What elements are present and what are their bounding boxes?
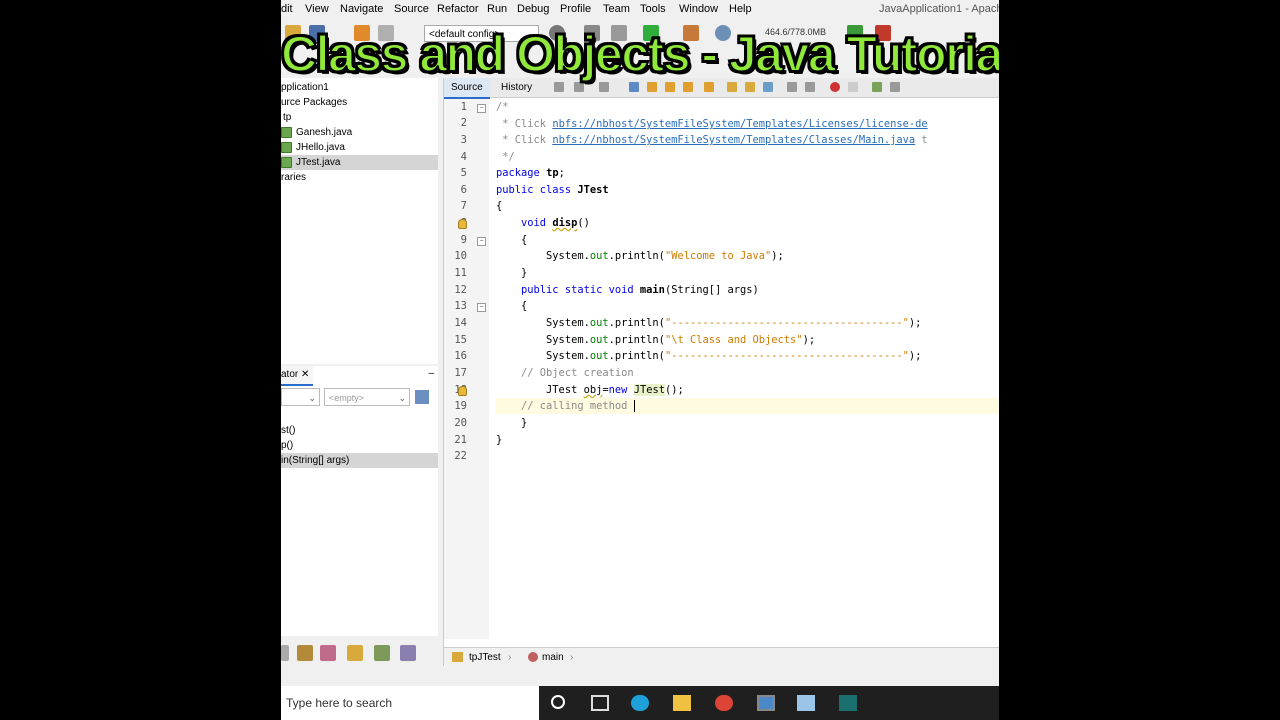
taskbar-search-input[interactable]: Type here to search [281, 686, 539, 720]
java-file-icon [281, 126, 292, 138]
sort-icon[interactable] [415, 390, 429, 404]
app-icon[interactable] [839, 695, 857, 711]
fields-icon[interactable] [297, 645, 313, 661]
breadcrumb-method[interactable]: main [542, 648, 564, 667]
breadcrumb: tpJTest › main › [444, 647, 999, 667]
method-icon [528, 652, 538, 662]
task-view-icon[interactable] [591, 695, 609, 711]
menu-view[interactable]: View [305, 3, 329, 15]
tree-item-label: tp [283, 112, 292, 123]
filter-value: <empty> [329, 393, 365, 403]
chevron-down-icon: ⌄ [308, 393, 316, 403]
menu-profile[interactable]: Profile [560, 3, 591, 15]
fold-toggle-icon[interactable]: − [477, 237, 486, 246]
taskbar-apps [539, 686, 999, 720]
sort-by-name-icon[interactable] [374, 645, 390, 661]
class-icon [452, 652, 463, 662]
java-file-icon [281, 156, 292, 168]
edge-icon[interactable] [631, 695, 649, 711]
menu-window[interactable]: Window [679, 3, 718, 15]
static-members-icon[interactable] [320, 645, 336, 661]
chrome-icon[interactable] [715, 695, 733, 711]
netbeans-icon[interactable] [757, 695, 775, 711]
code-area[interactable]: /* * Click nbfs://nbhost/SystemFileSyste… [496, 99, 999, 639]
menu-bar: dit View Navigate Source Refactor Run De… [281, 0, 999, 19]
video-title-overlay: Class and Objects - Java Tutorial [281, 25, 999, 83]
tree-item-label: JTest.java [296, 157, 341, 168]
notepad-icon[interactable] [797, 695, 815, 711]
text-caret [633, 400, 635, 412]
breadcrumb-class[interactable]: tpJTest [469, 648, 501, 667]
menu-tools[interactable]: Tools [640, 3, 666, 15]
close-icon[interactable]: ✕ [301, 369, 309, 380]
windows-taskbar: Type here to search [281, 686, 999, 720]
tree-item-label: urce Packages [281, 97, 348, 108]
tree-item-source-packages[interactable]: urce Packages [281, 95, 347, 110]
tree-item-label: JHello.java [296, 142, 345, 153]
java-file-icon [281, 141, 292, 153]
menu-edit[interactable]: dit [281, 3, 293, 15]
filter-icon[interactable] [281, 645, 289, 661]
tree-item-label: raries [281, 172, 307, 183]
chevron-down-icon: ⌄ [398, 393, 406, 403]
fold-toggle-icon[interactable]: − [477, 104, 486, 113]
navigator-member[interactable]: p() [281, 438, 293, 453]
sort-by-source-icon[interactable] [400, 645, 416, 661]
hint-bulb-icon[interactable] [458, 219, 467, 229]
chevron-right-icon: › [570, 652, 574, 663]
cortana-icon[interactable] [551, 695, 565, 709]
window-title: JavaApplication1 - Apache [879, 3, 999, 15]
tree-item-package-tp[interactable]: tp [283, 110, 291, 125]
inherited-icon[interactable] [347, 645, 363, 661]
line-number-gutter: 1 2 3 4 5 6 7 8 9 10 11 12 13 14 15 16 1… [444, 99, 489, 639]
tree-item-ganesh[interactable]: Ganesh.java [281, 125, 438, 140]
menu-run[interactable]: Run [487, 3, 507, 15]
menu-help[interactable]: Help [729, 3, 752, 15]
navigator-panel: ator ✕ – ⌄ <empty> ⌄ st() p() in(String[]… [281, 366, 438, 636]
hint-bulb-icon[interactable] [458, 386, 467, 396]
menu-navigate[interactable]: Navigate [340, 3, 383, 15]
projects-panel: pplication1 urce Packages tp Ganesh.java… [281, 78, 438, 364]
tree-item-jhello[interactable]: JHello.java [281, 140, 438, 155]
tree-item-libraries[interactable]: raries [281, 170, 306, 185]
tree-item-jtest[interactable]: JTest.java [281, 155, 438, 170]
navigator-toolbar [281, 638, 438, 666]
tree-item-label: Ganesh.java [296, 127, 353, 138]
tab-navigator[interactable]: ator ✕ [281, 366, 314, 386]
tab-label: ator [281, 369, 299, 380]
menu-debug[interactable]: Debug [517, 3, 549, 15]
fold-toggle-icon[interactable]: − [477, 303, 486, 312]
navigator-filter-select[interactable]: <empty> ⌄ [324, 388, 410, 406]
file-explorer-icon[interactable] [673, 695, 691, 711]
minimize-icon[interactable]: – [428, 368, 434, 379]
menu-refactor[interactable]: Refactor [437, 3, 479, 15]
netbeans-window: dit View Navigate Source Refactor Run De… [281, 0, 999, 720]
navigator-member[interactable]: in(String[] args) [281, 453, 438, 468]
chevron-right-icon: › [508, 652, 512, 663]
menu-team[interactable]: Team [603, 3, 630, 15]
code-editor: Source History 1 2 3 4 5 6 7 9 10 11 12 … [443, 78, 999, 667]
members-filter-select[interactable]: ⌄ [281, 388, 320, 406]
menu-source[interactable]: Source [394, 3, 429, 15]
navigator-member[interactable]: st() [281, 423, 295, 438]
